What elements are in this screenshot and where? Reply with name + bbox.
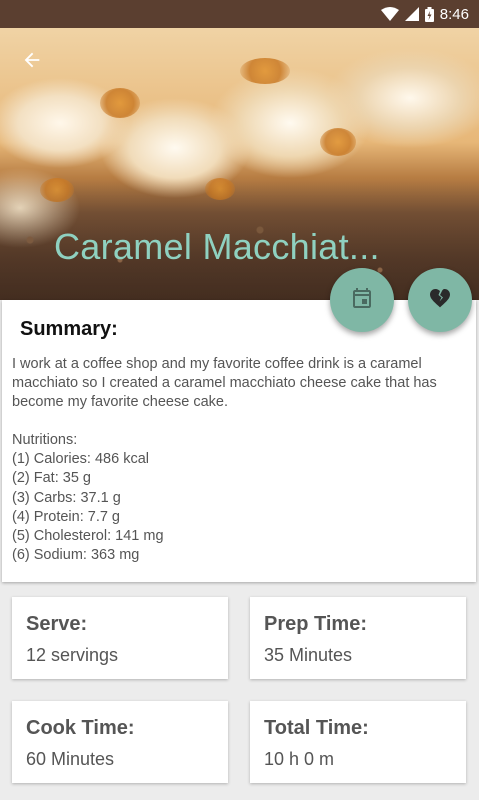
prep-time-value: 35 Minutes: [264, 645, 353, 665]
nutrition-item: (4) Protein: 7.7 g: [12, 508, 120, 525]
nutrition-heading: Nutritions:: [12, 432, 78, 448]
nutrition-item: (5) Cholesterol: 141 mg: [12, 528, 164, 545]
summary-heading: Summary:: [20, 318, 118, 340]
nutrition-item: (2) Fat: 35 g: [12, 470, 91, 487]
nutrition-item: (1) Calories: 486 kcal: [12, 451, 149, 467]
add-to-calendar-button[interactable]: [330, 268, 394, 332]
nutrition-item: (6) Sodium: 363 mg: [12, 547, 140, 564]
summary-text: I work at a coffee shop and my favorite …: [12, 356, 437, 410]
recipe-title: Caramel Macchiat...: [54, 226, 380, 267]
broken-heart-icon: [428, 286, 452, 315]
cook-time-label: Cook Time:: [26, 717, 135, 739]
prep-time-card: Prep Time: 35 Minutes: [250, 597, 466, 679]
total-time-label: Total Time:: [264, 717, 369, 739]
total-time-card: Total Time: 10 h 0 m: [250, 701, 466, 783]
arrow-back-icon: [21, 49, 43, 76]
cook-time-card: Cook Time: 60 Minutes: [12, 701, 228, 783]
nutrition-item: (3) Carbs: 37.1 g: [12, 489, 121, 506]
battery-icon: [424, 6, 434, 22]
nutrition-list: (1) Calories: 486 kcal (2) Fat: 35 g (3)…: [12, 450, 466, 566]
prep-time-label: Prep Time:: [264, 613, 367, 635]
calendar-icon: [350, 286, 374, 315]
summary-card: Summary: I work at a coffee shop and my …: [2, 300, 476, 582]
back-button[interactable]: [14, 44, 50, 80]
status-time: 8:46: [439, 5, 469, 23]
serve-value: 12 servings: [26, 645, 119, 665]
status-bar: 8:46: [0, 0, 479, 28]
cook-time-value: 60 Minutes: [26, 749, 115, 769]
signal-icon: [404, 7, 419, 21]
favorite-button[interactable]: [408, 268, 472, 332]
serve-label: Serve:: [26, 613, 88, 635]
serve-card: Serve: 12 servings: [12, 597, 228, 679]
total-time-value: 10 h 0 m: [264, 749, 335, 769]
wifi-icon: [380, 7, 399, 21]
